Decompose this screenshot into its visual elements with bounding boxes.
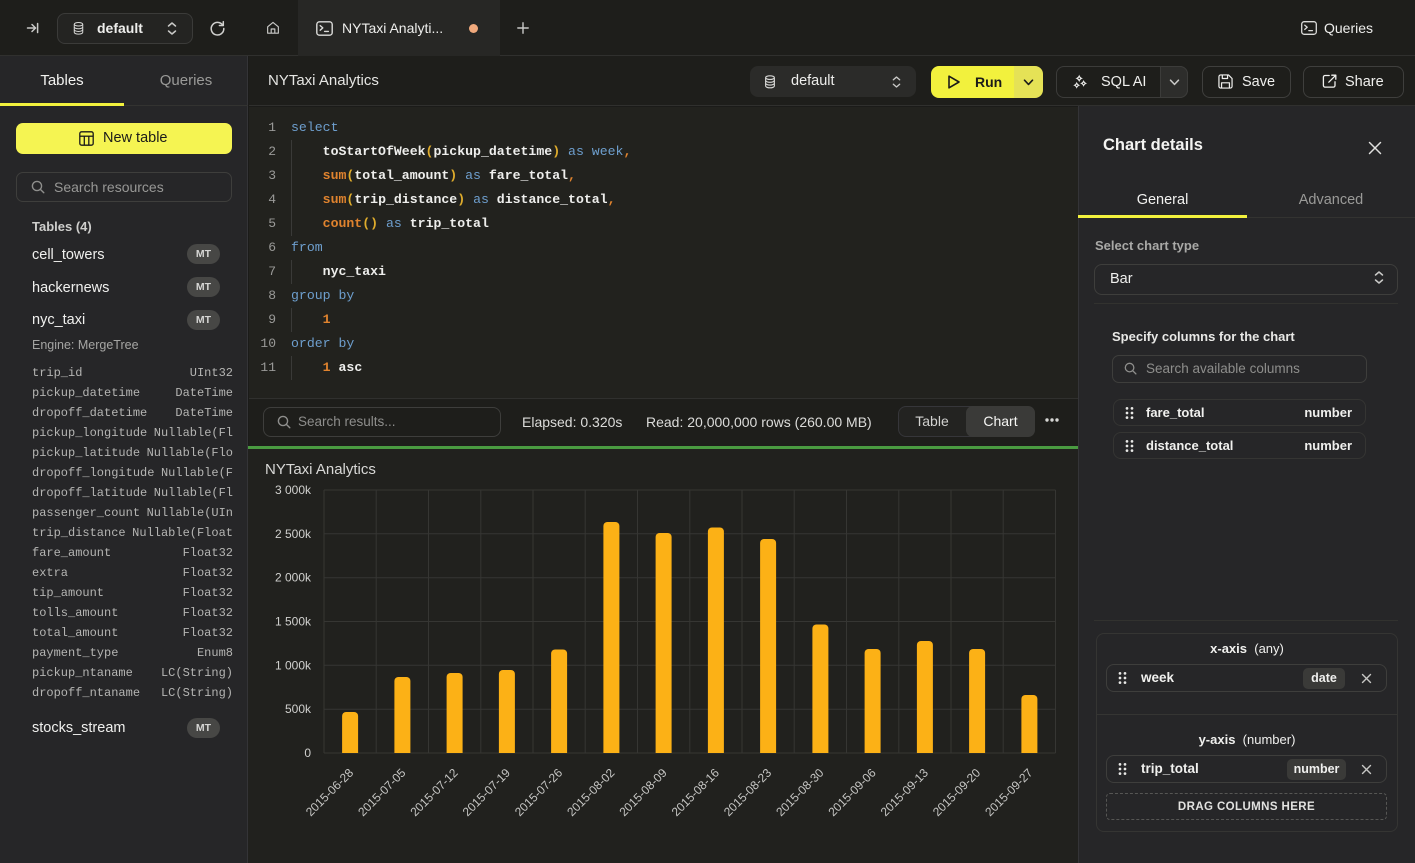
svg-text:0: 0 [304, 746, 311, 760]
svg-text:2015-07-26: 2015-07-26 [512, 765, 566, 819]
svg-text:2015-08-23: 2015-08-23 [721, 765, 775, 819]
svg-text:2015-08-16: 2015-08-16 [669, 765, 723, 819]
svg-text:NYTaxi Analytics: NYTaxi Analytics [265, 461, 376, 478]
svg-text:2015-09-13: 2015-09-13 [878, 765, 932, 819]
svg-text:2015-07-05: 2015-07-05 [355, 765, 409, 819]
svg-text:2015-09-20: 2015-09-20 [930, 765, 984, 819]
svg-text:3 000k: 3 000k [275, 483, 312, 497]
svg-text:2 000k: 2 000k [275, 571, 312, 585]
svg-text:2015-08-02: 2015-08-02 [564, 765, 618, 819]
svg-text:2015-08-30: 2015-08-30 [773, 765, 827, 819]
svg-text:2015-06-28: 2015-06-28 [303, 765, 357, 819]
svg-text:1 000k: 1 000k [275, 658, 312, 672]
svg-text:2015-09-06: 2015-09-06 [825, 765, 879, 819]
svg-text:2 500k: 2 500k [275, 527, 312, 541]
svg-text:2015-09-27: 2015-09-27 [982, 765, 1036, 819]
svg-text:2015-08-09: 2015-08-09 [616, 765, 670, 819]
svg-text:500k: 500k [285, 702, 312, 716]
svg-text:2015-07-19: 2015-07-19 [460, 765, 514, 819]
svg-text:1 500k: 1 500k [275, 615, 312, 629]
svg-text:2015-07-12: 2015-07-12 [407, 765, 461, 819]
